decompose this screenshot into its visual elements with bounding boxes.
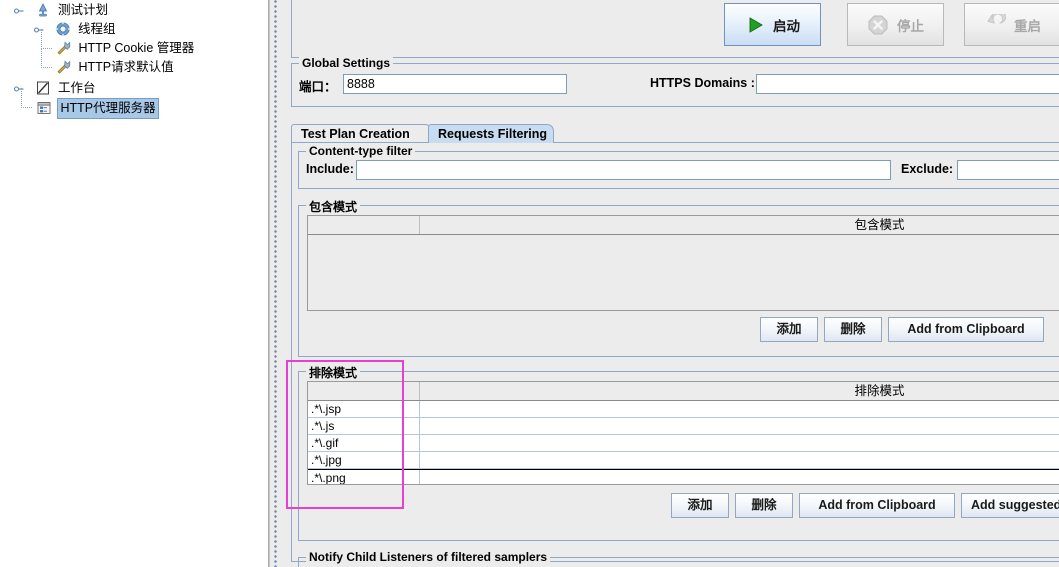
https-domains-input[interactable] — [756, 74, 1059, 94]
https-domains-label: HTTPS Domains : — [650, 76, 755, 90]
exclude-pattern-cell[interactable]: .*\.js — [308, 418, 420, 434]
http-proxy-server-config-panel: State 启动 — [284, 0, 1059, 567]
table-row[interactable]: .*\.gif — [308, 435, 1059, 452]
tree-node-workbench[interactable]: 工作台 — [0, 79, 268, 98]
include-delete-button[interactable]: 删除 — [824, 317, 882, 342]
global-settings-title: Global Settings — [299, 56, 394, 70]
content-type-filter-title: Content-type filter — [306, 144, 416, 158]
exclude-pattern-cell[interactable]: .*\.png — [308, 470, 420, 484]
http-proxy-server-icon — [36, 100, 52, 116]
restart-button[interactable]: 重启 — [964, 3, 1059, 46]
config-element-icon — [56, 59, 72, 75]
stop-button[interactable]: 停止 — [847, 3, 944, 46]
include-patterns-table[interactable]: 包含模式 — [307, 215, 1059, 311]
exclude-patterns-table-body[interactable]: .*\.jsp .*\.js .*\.gif .*\.jpg .*\.png — [308, 401, 1059, 484]
tree-node-http-request-defaults[interactable]: HTTP请求默认值 — [0, 48, 268, 77]
include-input[interactable] — [356, 160, 891, 180]
tree-node-test-plan[interactable]: 测试计划 — [0, 1, 268, 20]
tree-node-label: HTTP请求默认值 — [78, 60, 174, 75]
divider-grip-icon — [274, 0, 279, 567]
include-patterns-table-header[interactable]: 包含模式 — [308, 216, 1059, 235]
table-header-blank[interactable] — [308, 216, 420, 234]
start-button-label: 启动 — [773, 18, 800, 34]
test-plan-icon — [35, 2, 51, 18]
table-header-include-pattern[interactable]: 包含模式 — [420, 216, 1059, 234]
exclude-pattern-cell-spacer[interactable] — [420, 418, 1059, 434]
exclude-delete-button[interactable]: 删除 — [735, 493, 793, 518]
exclude-input[interactable] — [957, 160, 1059, 180]
state-group: State 启动 — [291, 0, 1059, 58]
restart-button-label: 重启 — [1014, 18, 1041, 34]
tree-node-label: HTTP Cookie 管理器 — [78, 41, 195, 56]
exclude-patterns-title: 排除模式 — [306, 364, 361, 381]
table-header-exclude-pattern[interactable]: 排除模式 — [420, 382, 1059, 400]
workbench-icon — [35, 80, 51, 96]
exclude-pattern-cell[interactable]: .*\.gif — [308, 435, 420, 451]
include-patterns-title: 包含模式 — [306, 198, 361, 215]
thread-group-icon — [55, 21, 71, 37]
exclude-patterns-table[interactable]: 排除模式 .*\.jsp .*\.js .*\.gif .*\.jpg .*\.png — [307, 381, 1059, 485]
exclude-patterns-group: 排除模式 排除模式 .*\.jsp .*\.js .*\.gif .*\.jpg .*\… — [298, 364, 1059, 541]
application-window: 测试计划 线程组 HTTP Cookie 管理器 HTTP请求默认值 工作台 H… — [0, 0, 1059, 567]
port-input[interactable]: 8888 — [343, 74, 567, 94]
stop-icon — [867, 14, 889, 36]
table-row[interactable]: .*\.png — [308, 469, 1059, 484]
exclude-pattern-cell-spacer[interactable] — [420, 452, 1059, 468]
exclude-label: Exclude: — [901, 162, 954, 176]
exclude-pattern-cell-spacer[interactable] — [420, 470, 1059, 484]
tree-node-label: 线程组 — [77, 22, 116, 37]
tree-node-label: 测试计划 — [57, 3, 108, 18]
tab-requests-filtering[interactable]: Requests Filtering — [428, 124, 554, 143]
stop-button-label: 停止 — [897, 18, 924, 34]
requests-filtering-panel: Content-type filter Include: Exclude: 包含… — [291, 142, 1059, 567]
global-settings-group: Global Settings 端口： 8888 HTTPS Domains : — [291, 56, 1059, 107]
include-patterns-group: 包含模式 包含模式 添加 删除 Add from Clipboard — [298, 198, 1059, 357]
table-row[interactable]: .*\.jpg — [308, 452, 1059, 469]
exclude-patterns-table-header[interactable]: 排除模式 — [308, 382, 1059, 401]
include-patterns-table-body[interactable] — [308, 235, 1059, 310]
include-add-from-clipboard-button[interactable]: Add from Clipboard — [888, 317, 1044, 342]
port-label: 端口： — [299, 80, 337, 94]
tree-node-http-proxy-server[interactable]: HTTP代理服务器 — [0, 88, 268, 119]
table-row[interactable]: .*\.js — [308, 418, 1059, 435]
exclude-pattern-cell-spacer[interactable] — [420, 401, 1059, 417]
exclude-pattern-cell[interactable]: .*\.jsp — [308, 401, 420, 417]
exclude-pattern-cell[interactable]: .*\.jpg — [308, 452, 420, 468]
start-button[interactable]: 启动 — [724, 3, 821, 46]
tree-expand-handle-icon[interactable] — [14, 6, 24, 15]
restart-icon — [984, 13, 1006, 36]
config-element-icon — [56, 40, 72, 56]
notify-child-listeners-title: Notify Child Listeners of filtered sampl… — [306, 550, 551, 564]
table-header-blank[interactable] — [308, 382, 420, 400]
play-icon — [745, 15, 765, 35]
include-label: Include: — [306, 162, 354, 176]
exclude-add-from-clipboard-button[interactable]: Add from Clipboard — [799, 493, 955, 518]
split-pane-divider[interactable] — [269, 0, 285, 567]
content-type-filter-group: Content-type filter Include: Exclude: — [298, 144, 1059, 189]
tree-node-label: 工作台 — [57, 81, 96, 96]
tab-test-plan-creation[interactable]: Test Plan Creation — [291, 124, 432, 143]
exclude-add-button[interactable]: 添加 — [671, 493, 729, 518]
include-add-button[interactable]: 添加 — [760, 317, 818, 342]
notify-child-listeners-group: Notify Child Listeners of filtered sampl… — [298, 550, 1059, 567]
tree-node-label: HTTP代理服务器 — [57, 98, 159, 119]
exclude-add-suggested-excludes-button[interactable]: Add suggested Ex — [961, 493, 1059, 518]
table-row[interactable]: .*\.jsp — [308, 401, 1059, 418]
test-plan-tree[interactable]: 测试计划 线程组 HTTP Cookie 管理器 HTTP请求默认值 工作台 H… — [0, 0, 269, 567]
exclude-pattern-cell-spacer[interactable] — [420, 435, 1059, 451]
